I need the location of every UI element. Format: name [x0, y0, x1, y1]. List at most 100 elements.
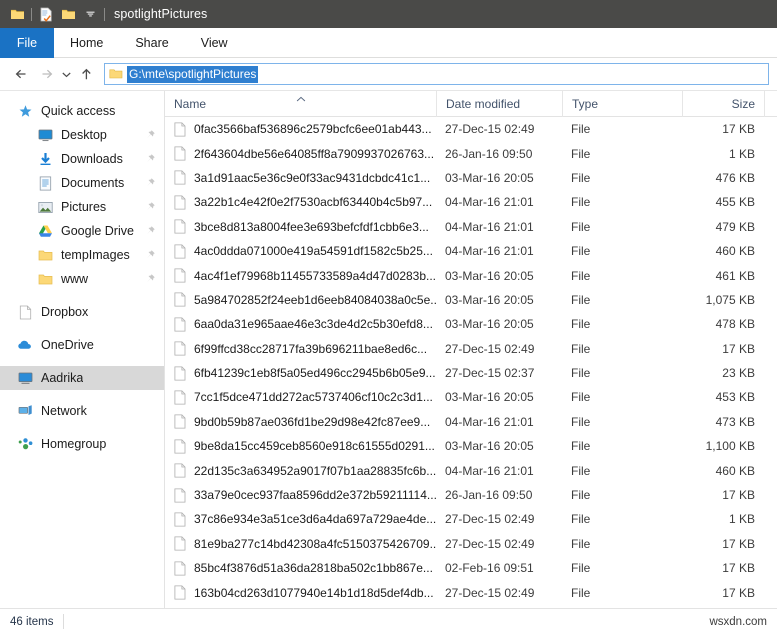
sidebar-label: Google Drive: [61, 224, 134, 238]
sidebar-item-aadrika[interactable]: Aadrika: [0, 366, 164, 390]
pin-icon[interactable]: [144, 225, 156, 237]
sidebar-item-desktop[interactable]: Desktop: [0, 123, 164, 147]
table-row[interactable]: 3bce8d813a8004fee3e693befcfdf1cbb6e3... 0…: [165, 215, 777, 239]
table-row[interactable]: 22d135c3a634952a9017f07b1aa28835fc6b... 0…: [165, 458, 777, 482]
file-date-cell: 04-Mar-16 21:01: [445, 463, 534, 478]
table-row[interactable]: 6aa0da31e965aae46e3c3de4d2c5b30efd8... 03…: [165, 312, 777, 336]
file-name-cell[interactable]: 22d135c3a634952a9017f07b1aa28835fc6b...: [165, 458, 436, 482]
file-name-cell[interactable]: 33a79e0cec937faa8596dd2e372b59211114...: [165, 483, 436, 507]
pin-icon[interactable]: [144, 201, 156, 213]
explorer-body: Quick access Desktop Downloads Documents…: [0, 90, 777, 608]
file-name-cell[interactable]: 6aa0da31e965aae46e3c3de4d2c5b30efd8...: [165, 312, 436, 336]
sidebar-item-dropbox[interactable]: Dropbox: [0, 300, 164, 324]
properties-icon[interactable]: [35, 4, 57, 24]
table-row[interactable]: 0fac3566baf536896c2579bcfc6ee01ab443... 2…: [165, 117, 777, 141]
file-icon: [174, 390, 186, 405]
table-row[interactable]: 163b04cd263d1077940e14b1d18d5def4db... 27…: [165, 580, 777, 604]
table-row[interactable]: 5a984702852f24eeb1d6eeb84084038a0c5e... 0…: [165, 288, 777, 312]
column-header-date-modified[interactable]: Date modified: [436, 90, 562, 117]
tab-view[interactable]: View: [185, 28, 244, 58]
file-name-label: 33a79e0cec937faa8596dd2e372b59211114...: [194, 488, 436, 503]
table-row[interactable]: 3a1d91aac5e36c9e0f33ac9431dcbdc41c1... 03…: [165, 166, 777, 190]
file-type-cell: File: [571, 341, 591, 356]
table-row[interactable]: 393d1a60de9947cf2f16396b3a3ac4656986...0…: [165, 605, 777, 608]
sidebar-item-documents[interactable]: Documents: [0, 171, 164, 195]
file-name-cell[interactable]: 6fb41239c1eb8f5a05ed496cc2945b6b05e9...: [165, 361, 436, 385]
table-row[interactable]: 3a22b1c4e42f0e2f7530acbf63440b4c5b97... 0…: [165, 190, 777, 214]
tab-file[interactable]: File: [0, 28, 54, 58]
table-row[interactable]: 2f643604dbe56e64085ff8a7909937026763... 2…: [165, 141, 777, 165]
column-header-name[interactable]: Name: [165, 91, 436, 117]
table-row[interactable]: 81e9ba277c14bd42308a4fc5150375426709... 2…: [165, 532, 777, 556]
sidebar-item-google-drive[interactable]: Google Drive: [0, 219, 164, 243]
file-name-cell[interactable]: 4ac4f1ef79968b11455733589a4d47d0283b...: [165, 263, 436, 287]
pin-icon[interactable]: [144, 177, 156, 189]
file-type-cell: File: [571, 390, 591, 405]
sidebar-label: Quick access: [41, 104, 116, 118]
file-icon: [174, 268, 186, 283]
new-folder-icon[interactable]: [57, 4, 79, 24]
file-name-label: 22d135c3a634952a9017f07b1aa28835fc6b...: [194, 463, 436, 478]
file-icon: [174, 195, 186, 210]
file-name-cell[interactable]: 163b04cd263d1077940e14b1d18d5def4db...: [165, 580, 436, 604]
file-name-cell[interactable]: 9be8da15cc459ceb8560e918c61555d0291...: [165, 434, 436, 458]
file-name-cell[interactable]: 2f643604dbe56e64085ff8a7909937026763...: [165, 141, 436, 165]
address-bar[interactable]: G:\mte\spotlightPictures: [104, 63, 769, 85]
folder-icon[interactable]: [6, 4, 28, 24]
column-header-size[interactable]: Size: [682, 90, 764, 117]
pin-icon[interactable]: [144, 153, 156, 165]
file-name-cell[interactable]: 9bd0b59b87ae036fd1be29d98e42fc87ee9...: [165, 410, 436, 434]
up-arrow-icon[interactable]: [74, 62, 98, 86]
address-input-text[interactable]: G:\mte\spotlightPictures: [127, 65, 259, 83]
file-name-cell[interactable]: 7cc1f5dce471dd272ac5737406cf10c2c3d1...: [165, 385, 436, 409]
file-name-cell[interactable]: 3a1d91aac5e36c9e0f33ac9431dcbdc41c1...: [165, 166, 436, 190]
table-row[interactable]: 6fb41239c1eb8f5a05ed496cc2945b6b05e9... 2…: [165, 361, 777, 385]
sidebar-item-homegroup[interactable]: Homegroup: [0, 432, 164, 456]
file-size-cell: 17 KB: [722, 488, 755, 503]
table-row[interactable]: 4ac4f1ef79968b11455733589a4d47d0283b... 0…: [165, 263, 777, 287]
tab-home[interactable]: Home: [54, 28, 119, 58]
table-row[interactable]: 6f99ffcd38cc28717fa39b696211bae8ed6c... 2…: [165, 337, 777, 361]
sidebar-label: Aadrika: [41, 371, 84, 385]
file-name-cell[interactable]: 4ac0ddda071000e419a54591df1582c5b25...: [165, 239, 436, 263]
sidebar-item-www[interactable]: www: [0, 267, 164, 291]
file-rows[interactable]: 0fac3566baf536896c2579bcfc6ee01ab443... 2…: [165, 117, 777, 608]
table-row[interactable]: 7cc1f5dce471dd272ac5737406cf10c2c3d1... 0…: [165, 385, 777, 409]
sidebar-item-onedrive[interactable]: OneDrive: [0, 333, 164, 357]
file-name-cell[interactable]: 0fac3566baf536896c2579bcfc6ee01ab443...: [165, 117, 436, 141]
sidebar-item-quick-access[interactable]: Quick access: [0, 99, 164, 123]
file-icon: [174, 463, 186, 478]
pin-icon[interactable]: [144, 273, 156, 285]
chevron-down-icon[interactable]: [79, 4, 101, 24]
sidebar-item-pictures[interactable]: Pictures: [0, 195, 164, 219]
table-row[interactable]: 37c86e934e3a51ce3d6a4da697a729ae4de... 27…: [165, 507, 777, 531]
file-name-cell[interactable]: 3a22b1c4e42f0e2f7530acbf63440b4c5b97...: [165, 190, 436, 214]
pictures-icon: [36, 198, 54, 216]
desktop-icon: [36, 126, 54, 144]
table-row[interactable]: 9bd0b59b87ae036fd1be29d98e42fc87ee9... 04…: [165, 410, 777, 434]
pin-icon[interactable]: [144, 249, 156, 261]
chevron-down-icon[interactable]: [58, 62, 74, 86]
google-drive-icon: [36, 222, 54, 240]
file-name-cell[interactable]: 393d1a60de9947cf2f16396b3a3ac4656986...: [165, 605, 436, 608]
file-name-cell[interactable]: 85bc4f3876d51a36da2818ba502c1bb867e...: [165, 556, 436, 580]
column-header-type[interactable]: Type: [562, 90, 682, 117]
sidebar-item-downloads[interactable]: Downloads: [0, 147, 164, 171]
sidebar-label: Pictures: [61, 200, 107, 214]
table-row[interactable]: 33a79e0cec937faa8596dd2e372b59211114... 2…: [165, 483, 777, 507]
table-row[interactable]: 4ac0ddda071000e419a54591df1582c5b25... 04…: [165, 239, 777, 263]
table-row[interactable]: 9be8da15cc459ceb8560e918c61555d0291... 03…: [165, 434, 777, 458]
file-icon: [174, 488, 186, 503]
file-name-cell[interactable]: 81e9ba277c14bd42308a4fc5150375426709...: [165, 532, 436, 556]
back-arrow-icon[interactable]: [10, 62, 34, 86]
file-name-cell[interactable]: 3bce8d813a8004fee3e693befcfdf1cbb6e3...: [165, 215, 436, 239]
file-name-cell[interactable]: 37c86e934e3a51ce3d6a4da697a729ae4de...: [165, 507, 436, 531]
file-name-cell[interactable]: 6f99ffcd38cc28717fa39b696211bae8ed6c...: [165, 337, 436, 361]
tab-share[interactable]: Share: [119, 28, 184, 58]
sidebar-item-tempimages[interactable]: tempImages: [0, 243, 164, 267]
table-row[interactable]: 85bc4f3876d51a36da2818ba502c1bb867e... 02…: [165, 556, 777, 580]
file-name-cell[interactable]: 5a984702852f24eeb1d6eeb84084038a0c5e...: [165, 288, 436, 312]
pin-icon[interactable]: [144, 129, 156, 141]
file-date-cell: 27-Dec-15 02:49: [445, 536, 535, 551]
sidebar-item-network[interactable]: Network: [0, 399, 164, 423]
